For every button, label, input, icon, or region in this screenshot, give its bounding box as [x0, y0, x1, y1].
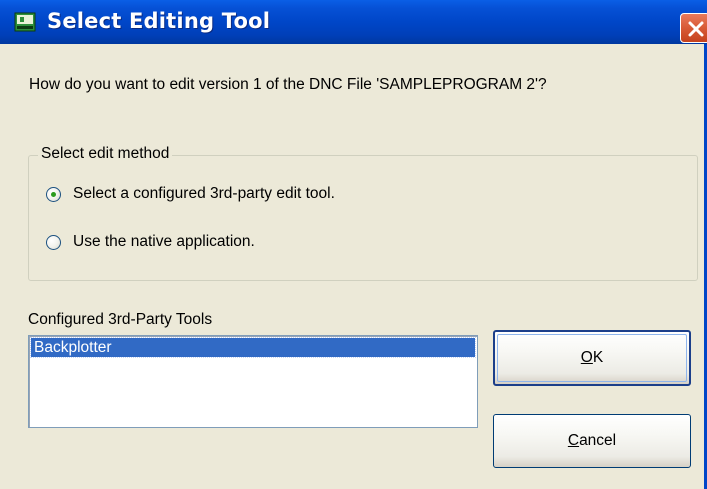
cancel-button-label: Cancel: [568, 432, 616, 449]
dnc-app-icon: [14, 12, 36, 32]
radio-native-application[interactable]: [46, 235, 61, 250]
radio-native-application-label[interactable]: Use the native application.: [73, 233, 255, 251]
radio-configured-tool-label[interactable]: Select a configured 3rd-party edit tool.: [73, 185, 335, 203]
edit-method-legend: Select edit method: [38, 145, 173, 163]
radio-selected-dot: [51, 192, 56, 197]
edit-method-groupbox: [28, 155, 698, 281]
list-item[interactable]: Backplotter: [30, 337, 476, 358]
radio-configured-tool[interactable]: [46, 187, 61, 202]
ok-label-rest: K: [592, 349, 604, 366]
question-text: How do you want to edit version 1 of the…: [29, 76, 547, 93]
tools-list-caption: Configured 3rd-Party Tools: [28, 311, 213, 328]
dialog-title: Select Editing Tool: [47, 9, 271, 33]
cancel-label-rest: ancel: [579, 432, 617, 449]
tools-listbox[interactable]: Backplotter: [28, 335, 478, 428]
ok-button[interactable]: OK: [493, 330, 691, 386]
cancel-mnemonic: C: [567, 432, 580, 449]
close-button[interactable]: [680, 13, 707, 43]
close-icon: [688, 21, 704, 37]
ok-button-label: OK: [581, 349, 603, 366]
select-editing-tool-dialog: Select Editing Tool How do you want to e…: [0, 0, 707, 489]
ok-mnemonic: O: [580, 349, 593, 366]
cancel-button[interactable]: Cancel: [493, 414, 691, 468]
title-bar[interactable]: Select Editing Tool: [0, 0, 707, 44]
